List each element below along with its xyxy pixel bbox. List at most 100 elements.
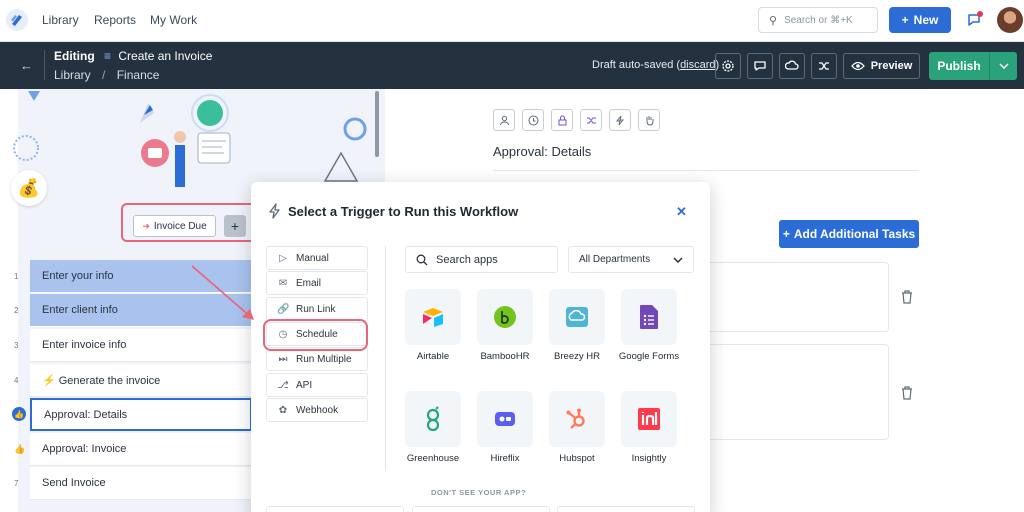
app-name: Hireflix — [490, 453, 520, 464]
global-search-input[interactable]: ⚲ Search or ⌘+K — [758, 7, 878, 33]
step-item-active[interactable]: Approval: Details — [30, 398, 252, 431]
app-bamboohr[interactable]: BambooHR — [470, 289, 540, 363]
editor-toolbar: ← Editing ≡ Create an Invoice Library / … — [0, 42, 1024, 89]
search-icon: ⚲ — [769, 14, 778, 27]
document-title[interactable]: Create an Invoice — [118, 49, 212, 63]
task-card[interactable] — [697, 262, 889, 332]
request-app-button[interactable] — [412, 506, 550, 512]
shuffle-icon — [819, 62, 829, 70]
fast-forward-icon: ⏭ — [278, 353, 288, 365]
trigger-label: API — [296, 379, 313, 391]
trigger-email[interactable]: ✉ Email — [266, 271, 368, 295]
step-item[interactable]: Approval: Invoice — [30, 433, 252, 466]
publish-dropdown-chevron-icon[interactable] — [989, 52, 1017, 80]
nav-link-reports[interactable]: Reports — [94, 13, 136, 27]
user-icon[interactable] — [493, 109, 515, 131]
close-icon[interactable]: ✕ — [676, 204, 687, 220]
discard-link[interactable]: discard — [680, 59, 715, 71]
invoice-illustration-icon — [140, 94, 231, 187]
cloud-bolt-icon — [785, 60, 799, 70]
ring-icon — [343, 117, 367, 141]
app-breezy-hr[interactable]: Breezy HR — [542, 289, 612, 363]
breadcrumb-finance[interactable]: Finance — [117, 68, 160, 82]
request-app-button[interactable] — [557, 506, 695, 512]
task-card[interactable] — [697, 344, 889, 440]
department-select[interactable]: All Departments — [568, 246, 694, 273]
app-name: Google Forms — [618, 351, 680, 362]
add-tasks-label: Add Additional Tasks — [793, 227, 916, 241]
app-google-forms[interactable]: Google Forms — [614, 289, 684, 363]
step-item[interactable]: Enter invoice info — [30, 329, 252, 362]
step-item[interactable]: Send Invoice — [30, 467, 252, 500]
envelope-icon: ✉ — [278, 277, 288, 289]
clock-icon[interactable] — [522, 109, 544, 131]
publish-button[interactable]: Publish — [929, 52, 1017, 80]
money-bag-icon: 💰 — [11, 170, 47, 206]
bolt-icon[interactable] — [609, 109, 631, 131]
trigger-label: Email — [296, 277, 322, 289]
step-label: Enter your info — [42, 270, 114, 282]
trigger-webhook[interactable]: ✿ Webhook — [266, 398, 368, 422]
new-button[interactable]: + New — [889, 7, 951, 33]
search-icon — [416, 254, 428, 265]
bamboohr-icon — [494, 306, 516, 328]
google-forms-icon — [640, 305, 658, 329]
app-name: Greenhouse — [406, 453, 460, 464]
app-hubspot[interactable]: Hubspot — [542, 391, 612, 465]
lock-icon[interactable] — [551, 109, 573, 131]
trigger-api[interactable]: ⎇ API — [266, 373, 368, 397]
autosave-text: Draft auto-saved — [592, 59, 674, 71]
gear-icon — [722, 60, 734, 72]
app-insightly[interactable]: Insightly — [614, 391, 684, 465]
nav-link-library[interactable]: Library — [42, 13, 79, 27]
preview-button[interactable]: Preview — [843, 53, 920, 79]
panel-scrollbar[interactable] — [375, 91, 379, 157]
step-label: Enter client info — [42, 304, 118, 316]
preview-label: Preview — [870, 60, 913, 72]
task-title: Approval: Details — [493, 144, 592, 159]
greenhouse-icon — [426, 406, 440, 432]
trash-icon[interactable] — [901, 386, 913, 400]
user-avatar[interactable] — [997, 7, 1023, 33]
trash-icon[interactable] — [901, 290, 913, 304]
trigger-manual[interactable]: ▷ Manual — [266, 246, 368, 270]
triangle-shape-icon — [28, 91, 40, 101]
editing-label: Editing — [54, 49, 95, 63]
request-app-button[interactable] — [266, 506, 404, 512]
trigger-run-link[interactable]: 🔗 Run Link — [266, 297, 368, 321]
breadcrumb-library[interactable]: Library — [54, 68, 91, 82]
shuffle-icon[interactable] — [580, 109, 602, 131]
automations-button[interactable] — [779, 53, 805, 79]
hand-icon[interactable] — [638, 109, 660, 131]
trigger-label: Webhook — [296, 404, 339, 416]
trigger-chip[interactable]: ➜ Invoice Due — [133, 215, 216, 237]
trigger-chip-icon: ➜ — [142, 220, 150, 231]
step-number: 7 — [14, 479, 19, 488]
department-selected-value: All Departments — [579, 254, 651, 265]
breadcrumb: Library / Finance — [54, 68, 159, 82]
add-additional-tasks-button[interactable]: + Add Additional Tasks — [779, 220, 919, 248]
add-trigger-button[interactable]: + — [224, 215, 246, 237]
step-item[interactable]: ⚡ Generate the invoice — [30, 364, 252, 397]
app-greenhouse[interactable]: Greenhouse — [398, 391, 468, 465]
trigger-label: Run Multiple — [296, 353, 352, 365]
app-name: Breezy HR — [554, 351, 600, 362]
logo-icon[interactable] — [6, 9, 28, 31]
search-apps-input[interactable]: Search apps — [405, 246, 558, 273]
app-name: Airtable — [416, 351, 450, 362]
comments-button[interactable] — [747, 53, 773, 79]
pointer-arrow-icon — [191, 265, 254, 320]
step-number: 3 — [14, 341, 19, 350]
app-name: BambooHR — [480, 351, 530, 362]
app-hireflix[interactable]: Hireflix — [470, 391, 540, 465]
hireflix-icon — [495, 412, 515, 426]
app-airtable[interactable]: Airtable — [398, 289, 468, 363]
breadcrumb-separator: / — [102, 68, 106, 82]
back-arrow-icon[interactable]: ← — [20, 58, 33, 73]
insightly-icon — [638, 408, 660, 430]
nav-link-my-work[interactable]: My Work — [150, 13, 197, 27]
shuffle-button[interactable] — [811, 53, 837, 79]
play-icon: ▷ — [279, 252, 287, 264]
top-navigation: Library Reports My Work ⚲ Search or ⌘+K … — [0, 0, 1024, 42]
settings-button[interactable] — [715, 53, 741, 79]
